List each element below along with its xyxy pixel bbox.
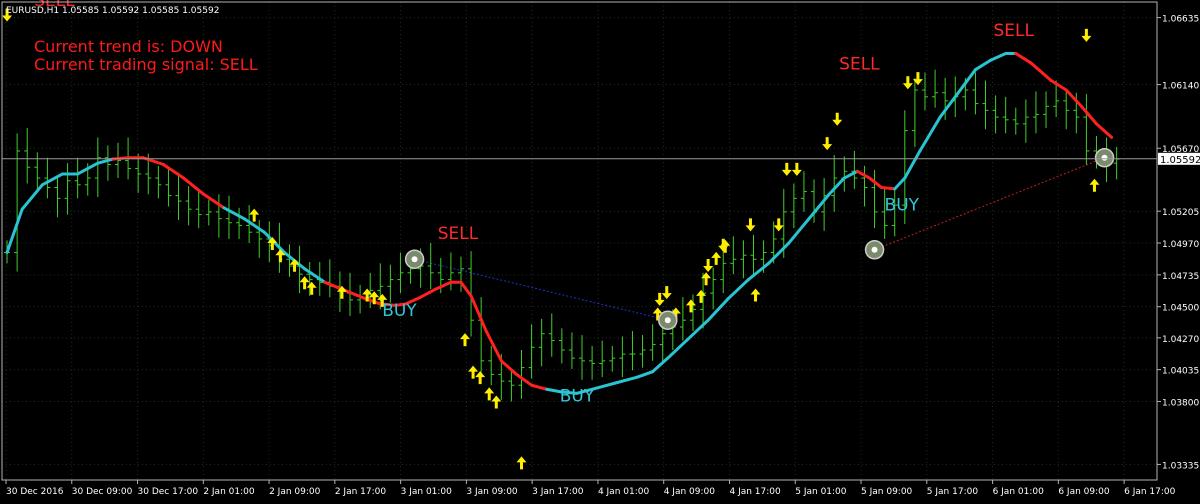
price-chart: SELLBUYBUYSELLBUYSELLSELL 1.066351.06140… xyxy=(0,0,1200,500)
sell-label: SELL xyxy=(994,21,1035,41)
x-tick-label: 2 Jan 09:00 xyxy=(269,487,321,497)
x-tick-label: 2 Jan 01:00 xyxy=(203,487,255,497)
x-tick-label: 3 Jan 01:00 xyxy=(401,487,453,497)
x-tick-label: 6 Jan 09:00 xyxy=(1058,487,1110,497)
current-price-label: 1.05592 xyxy=(1160,155,1200,166)
x-tick-label: 30 Dec 09:00 xyxy=(72,487,133,497)
x-tick-label: 30 Dec 2016 xyxy=(6,487,64,497)
trade-marker-dot xyxy=(1101,154,1108,161)
x-tick-label: 3 Jan 17:00 xyxy=(532,487,584,497)
x-tick-label: 30 Dec 17:00 xyxy=(138,487,199,497)
y-tick-label: 1.05205 xyxy=(1162,208,1199,218)
x-tick-label: 4 Jan 17:00 xyxy=(729,487,781,497)
x-tick-label: 4 Jan 09:00 xyxy=(664,487,716,497)
x-tick-label: 5 Jan 09:00 xyxy=(861,487,913,497)
x-tick-label: 5 Jan 17:00 xyxy=(927,487,979,497)
symbol-ohlc-label: EURUSD,H1 1.05585 1.05592 1.05585 1.0559… xyxy=(6,6,219,16)
buy-label: BUY xyxy=(885,196,920,216)
chart-root: SELL BUY BUY SELL BUY SELL SELL 1.06635 1.06140… xyxy=(0,0,1200,500)
y-tick-label: 1.06635 xyxy=(1162,15,1199,25)
buy-label: BUY xyxy=(382,301,417,321)
y-tick-label: 1.04500 xyxy=(1162,304,1199,314)
y-tick-label: 1.04735 xyxy=(1162,272,1199,282)
x-tick-label: 3 Jan 09:00 xyxy=(466,487,518,497)
signal-text: Current trading signal: SELL xyxy=(34,55,258,74)
y-tick-label: 1.04270 xyxy=(1162,335,1199,345)
trade-marker-dot xyxy=(411,256,418,263)
y-tick-label: 1.03800 xyxy=(1162,398,1199,408)
buy-label: BUY xyxy=(560,386,595,406)
chart-background xyxy=(0,0,1200,500)
trade-marker-dot xyxy=(871,246,878,253)
sell-label: SELL xyxy=(839,55,880,75)
ma-segment xyxy=(880,186,897,191)
y-tick-label: 1.03335 xyxy=(1162,461,1199,471)
y-tick-label: 1.04035 xyxy=(1162,367,1199,377)
x-tick-label: 6 Jan 17:00 xyxy=(1124,487,1176,497)
x-tick-label: 5 Jan 01:00 xyxy=(795,487,847,497)
sell-label: SELL xyxy=(438,224,479,244)
trade-marker-dot xyxy=(664,317,671,324)
y-tick-label: 1.06140 xyxy=(1162,82,1199,92)
current-price-tag: 1.05592 xyxy=(1158,152,1200,166)
x-tick-label: 6 Jan 01:00 xyxy=(993,487,1045,497)
trend-text: Current trend is: DOWN xyxy=(34,37,223,56)
x-tick-label: 2 Jan 17:00 xyxy=(335,487,387,497)
y-tick-label: 1.04970 xyxy=(1162,240,1199,250)
x-tick-label: 4 Jan 01:00 xyxy=(598,487,650,497)
